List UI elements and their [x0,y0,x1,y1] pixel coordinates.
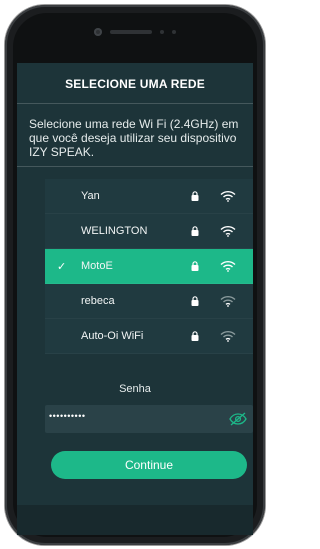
password-field[interactable]: •••••••••• [45,405,253,433]
wifi-icon [220,330,236,342]
network-name: WELINGTON [81,225,148,237]
wifi-icon [220,225,236,237]
wifi-network-item[interactable]: rebeca [45,284,253,319]
instruction-text: Selecione uma rede Wi Fi (2.4GHz) em que… [29,117,239,159]
lock-icon [191,331,199,341]
network-name: Auto-Oi WiFi [81,330,144,342]
wifi-icon [220,260,236,272]
wifi-icon [220,295,236,307]
proximity-sensor [160,30,164,34]
title-divider [17,103,253,104]
wifi-network-list: Yan WELINGTON ✓ MotoE rebeca Auto-Oi WiF… [45,179,253,354]
network-name: rebeca [81,295,115,307]
continue-button[interactable]: Continue [51,451,247,479]
network-name: Yan [81,190,100,202]
lock-icon [191,226,199,236]
wifi-network-item[interactable]: Yan [45,179,253,214]
wifi-icon [220,190,236,202]
lock-icon [191,261,199,271]
wifi-network-item[interactable]: WELINGTON [45,214,253,249]
front-camera-icon [94,28,102,36]
app-screen: SELECIONE UMA REDE Selecione uma rede Wi… [17,63,253,505]
eye-off-icon[interactable] [229,412,247,426]
earpiece-speaker [110,30,152,34]
description-divider [17,166,253,167]
password-label: Senha [119,383,151,395]
network-name: MotoE [81,260,113,272]
password-value: •••••••••• [49,411,86,421]
checkmark-icon: ✓ [57,260,67,273]
phone-frame: SELECIONE UMA REDE Selecione uma rede Wi… [5,5,265,545]
phone-notch [89,25,181,39]
lock-icon [191,191,199,201]
lock-icon [191,296,199,306]
page-title: SELECIONE UMA REDE [65,77,205,91]
wifi-network-item-selected[interactable]: ✓ MotoE [45,249,253,284]
wifi-network-item[interactable]: Auto-Oi WiFi [45,319,253,354]
light-sensor [172,30,176,34]
bottom-bar [17,505,253,535]
